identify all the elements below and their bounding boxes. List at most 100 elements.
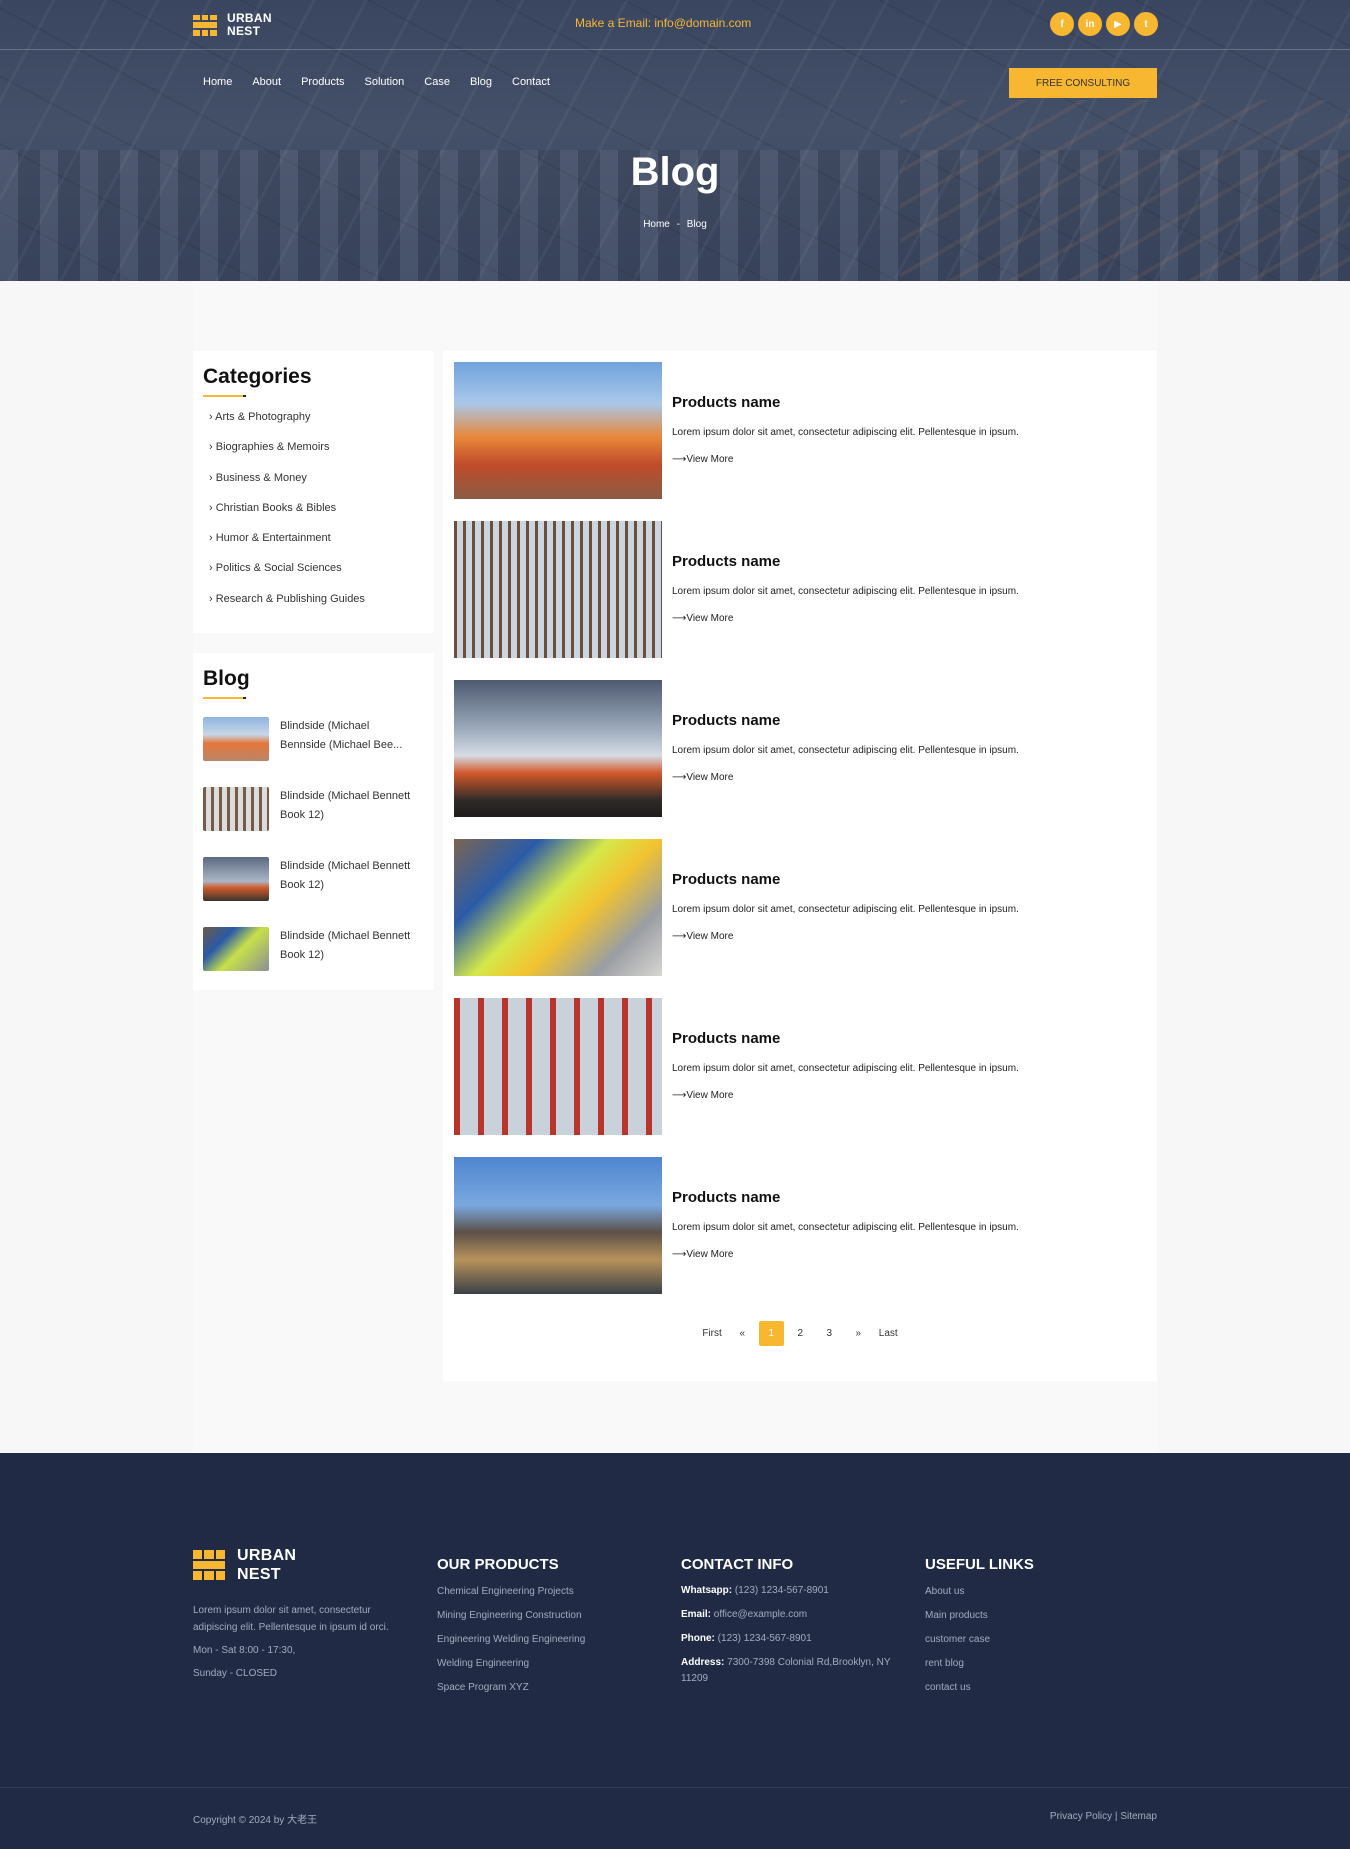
view-more-link[interactable]: ⟶View More	[672, 1249, 733, 1260]
category-item[interactable]: › Humor & Entertainment	[203, 530, 424, 560]
footer-product-link[interactable]: Chemical Engineering Projects	[437, 1583, 657, 1607]
nav-solution[interactable]: Solution	[355, 76, 415, 88]
nav-contact[interactable]: Contact	[502, 76, 560, 88]
nav-case[interactable]: Case	[414, 76, 460, 88]
footer-product-link[interactable]: Space Program XYZ	[437, 1679, 657, 1703]
category-label: Humor & Entertainment	[215, 532, 331, 545]
pagination-page[interactable]: 2	[788, 1321, 813, 1346]
footer-link-case[interactable]: customer case	[925, 1631, 1125, 1655]
category-list: › Arts & Photography › Biographies & Mem…	[203, 409, 424, 621]
pagination-page[interactable]: 3	[817, 1321, 842, 1346]
breadcrumb-current: Blog	[686, 219, 707, 230]
view-more-link[interactable]: ⟶View More	[672, 772, 733, 783]
post-title[interactable]: Products name	[672, 1189, 780, 1206]
blog-post: Products name Lorem ipsum dolor sit amet…	[454, 998, 1144, 1135]
logo-line-2: NEST	[237, 1566, 281, 1583]
footer-logo[interactable]: URBAN NEST	[193, 1546, 413, 1584]
post-image[interactable]	[454, 680, 662, 817]
post-title[interactable]: Products name	[672, 1030, 780, 1047]
blog-post: Products name Lorem ipsum dolor sit amet…	[454, 1157, 1144, 1294]
category-item[interactable]: › Research & Publishing Guides	[203, 591, 424, 621]
footer-products: OUR PRODUCTS Chemical Engineering Projec…	[437, 1556, 657, 1703]
category-label: Research & Publishing Guides	[215, 592, 365, 605]
blog-widget: Blog Blindside (Michael Bennside (Michae…	[193, 653, 434, 990]
category-item[interactable]: › Politics & Social Sciences	[203, 560, 424, 590]
post-title[interactable]: Products name	[672, 871, 780, 888]
nav-home[interactable]: Home	[193, 76, 242, 88]
view-more-link[interactable]: ⟶View More	[672, 613, 733, 624]
facebook-icon[interactable]: f	[1050, 12, 1074, 36]
pagination-first[interactable]: First	[698, 1321, 725, 1346]
post-title[interactable]: Products name	[672, 553, 780, 570]
footer-logo-text: URBAN NEST	[237, 1546, 296, 1584]
recent-post-item[interactable]: Blindside (Michael Bennett Book 12)	[203, 857, 424, 927]
footer-link-blog[interactable]: rent blog	[925, 1655, 1125, 1679]
recent-post-thumbnail	[203, 717, 269, 761]
recent-post-item[interactable]: Blindside (Michael Bennett Book 12)	[203, 787, 424, 857]
category-item[interactable]: › Biographies & Memoirs	[203, 439, 424, 469]
category-item[interactable]: › Christian Books & Bibles	[203, 500, 424, 530]
post-excerpt: Lorem ipsum dolor sit amet, consectetur …	[672, 745, 1019, 756]
youtube-icon[interactable]: ▶	[1106, 12, 1130, 36]
logo-icon	[193, 1550, 225, 1580]
privacy-sitemap-links[interactable]: Privacy Policy | Sitemap	[1050, 1811, 1157, 1822]
site-logo[interactable]: URBAN NEST	[193, 12, 272, 38]
footer-product-link[interactable]: Mining Engineering Construction	[437, 1607, 657, 1631]
recent-post-thumbnail	[203, 927, 269, 971]
footer-links-title: USEFUL LINKS	[925, 1556, 1034, 1573]
twitter-icon[interactable]: t	[1134, 12, 1158, 36]
post-excerpt: Lorem ipsum dolor sit amet, consectetur …	[672, 427, 1019, 438]
main-nav: Home About Products Solution Case Blog C…	[193, 76, 560, 88]
breadcrumb-home[interactable]: Home	[643, 219, 670, 230]
footer-product-link[interactable]: Welding Engineering	[437, 1655, 657, 1679]
view-more-link[interactable]: ⟶View More	[672, 931, 733, 942]
view-more-link[interactable]: ⟶View More	[672, 454, 733, 465]
nav-blog[interactable]: Blog	[460, 76, 502, 88]
post-excerpt: Lorem ipsum dolor sit amet, consectetur …	[672, 1063, 1019, 1074]
pagination-last[interactable]: Last	[875, 1321, 902, 1346]
pagination-page-current[interactable]: 1	[758, 1321, 784, 1346]
page-title: Blog	[630, 150, 720, 194]
recent-post-title: Blindside (Michael Bennett Book 12)	[280, 860, 411, 891]
nav-about[interactable]: About	[242, 76, 291, 88]
footer-address: Address: 7300-7398 Colonial Rd,Brooklyn,…	[681, 1657, 891, 1684]
pagination-next[interactable]: »	[846, 1321, 871, 1346]
footer-bottom-bar: Copyright © 2024 by 大老王 Privacy Policy |…	[0, 1787, 1350, 1849]
post-image[interactable]	[454, 362, 662, 499]
recent-post-item[interactable]: Blindside (Michael Bennside (Michael Bee…	[203, 717, 424, 787]
category-label: Biographies & Memoirs	[215, 441, 330, 454]
blog-post: Products name Lorem ipsum dolor sit amet…	[454, 521, 1144, 658]
logo-line-2: NEST	[227, 24, 261, 38]
post-image[interactable]	[454, 998, 662, 1135]
categories-widget: Categories › Arts & Photography › Biogra…	[193, 351, 434, 633]
footer-product-link[interactable]: Engineering Welding Engineering	[437, 1631, 657, 1655]
footer-products-title: OUR PRODUCTS	[437, 1556, 559, 1573]
post-image[interactable]	[454, 839, 662, 976]
blog-post: Products name Lorem ipsum dolor sit amet…	[454, 839, 1144, 976]
blog-post: Products name Lorem ipsum dolor sit amet…	[454, 680, 1144, 817]
post-title[interactable]: Products name	[672, 712, 780, 729]
view-more-link[interactable]: ⟶View More	[672, 1090, 733, 1101]
footer-link-products[interactable]: Main products	[925, 1607, 1125, 1631]
footer-hours-closed: Sunday - CLOSED	[193, 1668, 277, 1679]
logo-line-1: URBAN	[237, 1547, 297, 1564]
pagination-prev[interactable]: «	[730, 1321, 755, 1346]
footer-about: URBAN NEST Lorem ipsum dolor sit amet, c…	[193, 1546, 413, 1682]
categories-title: Categories	[203, 365, 312, 388]
category-item[interactable]: › Arts & Photography	[203, 409, 424, 439]
social-links: f in ▶ t	[1050, 12, 1158, 36]
linkedin-icon[interactable]: in	[1078, 12, 1102, 36]
recent-posts-list: Blindside (Michael Bennside (Michael Bee…	[203, 717, 424, 997]
contact-email[interactable]: Make a Email: info@domain.com	[575, 16, 751, 30]
free-consulting-button[interactable]: FREE CONSULTING	[1009, 68, 1157, 98]
post-title[interactable]: Products name	[672, 394, 780, 411]
post-image[interactable]	[454, 1157, 662, 1294]
footer-links: USEFUL LINKS About us Main products cust…	[925, 1556, 1125, 1703]
footer-email[interactable]: Email: office@example.com	[681, 1607, 906, 1623]
post-image[interactable]	[454, 521, 662, 658]
nav-products[interactable]: Products	[291, 76, 354, 88]
category-item[interactable]: › Business & Money	[203, 470, 424, 500]
footer-link-about[interactable]: About us	[925, 1583, 1125, 1607]
recent-post-item[interactable]: Blindside (Michael Bennett Book 12)	[203, 927, 424, 997]
footer-link-contact[interactable]: contact us	[925, 1679, 1125, 1703]
